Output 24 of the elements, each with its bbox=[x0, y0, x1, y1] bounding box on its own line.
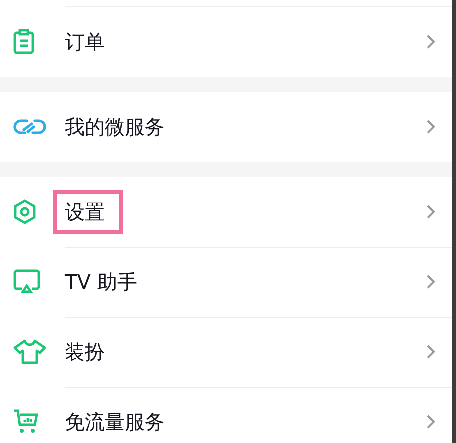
chevron-right-icon bbox=[426, 274, 436, 290]
menu-row[interactable]: 我的微服务 bbox=[0, 92, 452, 162]
menu-row[interactable]: 订单 bbox=[0, 7, 452, 77]
monitor-icon bbox=[13, 269, 41, 295]
menu-row[interactable]: 设置 bbox=[0, 177, 452, 247]
chevron-right-icon bbox=[426, 344, 436, 360]
chevron-right-icon bbox=[426, 414, 436, 430]
menu-label: TV 助手 bbox=[65, 268, 138, 296]
hexagon-icon bbox=[13, 199, 37, 225]
chevron-right-icon bbox=[426, 119, 436, 135]
link-icon bbox=[13, 117, 47, 137]
menu-label: 免流量服务 bbox=[65, 408, 165, 436]
cart-icon bbox=[13, 409, 39, 435]
clipboard-icon bbox=[13, 29, 35, 55]
menu-row[interactable]: 装扮 bbox=[0, 317, 452, 387]
menu-label: 订单 bbox=[65, 28, 105, 56]
menu-row[interactable]: 免流量服务 bbox=[0, 387, 452, 443]
chevron-right-icon bbox=[426, 34, 436, 50]
menu-row[interactable]: TV 助手 bbox=[0, 247, 452, 317]
shirt-icon bbox=[13, 339, 47, 365]
menu-label: 我的微服务 bbox=[65, 114, 165, 140]
menu-label: 装扮 bbox=[65, 338, 105, 366]
chevron-right-icon bbox=[426, 204, 436, 220]
menu-label: 设置 bbox=[65, 198, 105, 226]
